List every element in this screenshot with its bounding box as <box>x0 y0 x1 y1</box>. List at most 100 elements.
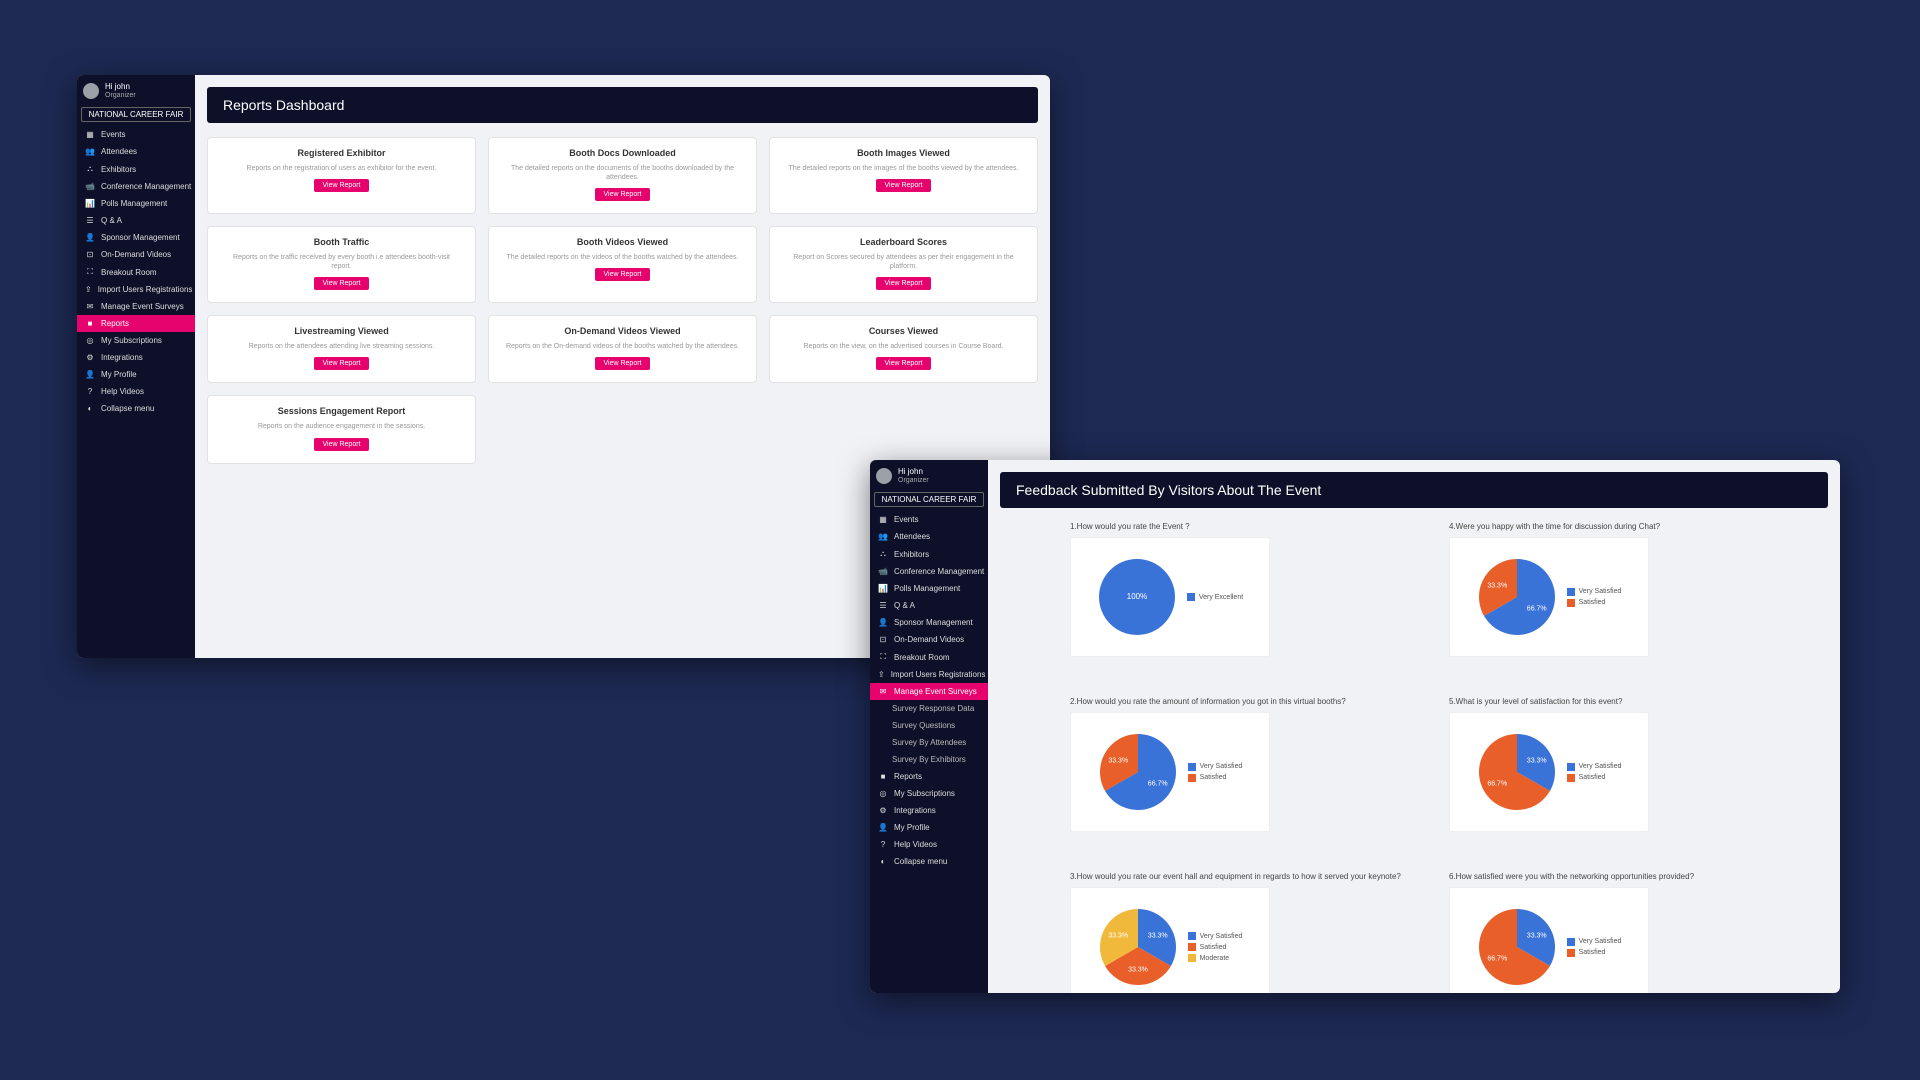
nav-label: Collapse menu <box>101 404 154 413</box>
nav-label: Help Videos <box>101 387 144 396</box>
nav-label: Conference Management <box>101 182 191 191</box>
nav-item-conference-management[interactable]: 📹Conference Management <box>77 178 195 195</box>
nav-item-my-subscriptions[interactable]: ◎My Subscriptions <box>870 785 988 802</box>
user-block[interactable]: Hi john Organizer <box>77 75 195 103</box>
nav-item-collapse-menu[interactable]: ◐ Collapse menu <box>77 400 195 417</box>
nav-label: Survey Questions <box>892 721 955 730</box>
report-card-desc: Reports on the view, on the advertised c… <box>804 342 1004 351</box>
import-icon: ⇪ <box>878 670 885 679</box>
legend-label: Satisfied <box>1579 774 1606 781</box>
svg-text:33.3%: 33.3% <box>1526 757 1546 764</box>
nav-item-sponsor-management[interactable]: 👤Sponsor Management <box>870 614 988 631</box>
pie-chart: 33.3%66.7%Very SatisfiedSatisfied <box>1449 712 1649 832</box>
nav-label: Q & A <box>101 216 122 225</box>
nav-item-polls-management[interactable]: 📊Polls Management <box>77 195 195 212</box>
report-card-desc: Reports on the traffic received by every… <box>222 253 461 271</box>
view-report-button[interactable]: View Report <box>314 277 368 290</box>
nav-item-import-users-registrations[interactable]: ⇪Import Users Registrations <box>77 281 195 298</box>
nav-item-attendees[interactable]: 👥Attendees <box>77 143 195 160</box>
nav-label: My Subscriptions <box>894 789 955 798</box>
nav-item-survey-response-data[interactable]: Survey Response Data <box>870 700 988 717</box>
nav-label: Integrations <box>101 353 143 362</box>
nav-label: My Subscriptions <box>101 336 162 345</box>
legend-swatch <box>1567 938 1575 946</box>
nav-item-breakout-room[interactable]: ⛶Breakout Room <box>77 263 195 281</box>
svg-text:66.7%: 66.7% <box>1487 955 1507 962</box>
nav-item-manage-event-surveys[interactable]: ✉Manage Event Surveys <box>77 298 195 315</box>
nav-label: Survey Response Data <box>892 704 974 713</box>
legend-swatch <box>1567 588 1575 596</box>
nav-label: Q & A <box>894 601 915 610</box>
nav-item-manage-event-surveys[interactable]: ✉Manage Event Surveys <box>870 683 988 700</box>
legend-item: Satisfied <box>1188 774 1243 782</box>
legend-label: Satisfied <box>1579 949 1606 956</box>
user-role: Organizer <box>898 477 929 485</box>
question-title: 4.Were you happy with the time for discu… <box>1449 522 1798 531</box>
sidebar: Hi john Organizer NATIONAL CAREER FAIR ▦… <box>870 460 988 993</box>
report-card: Livestreaming ViewedReports on the atten… <box>207 315 476 383</box>
nav-item-survey-by-attendees[interactable]: Survey By Attendees <box>870 734 988 751</box>
view-report-button[interactable]: View Report <box>876 179 930 192</box>
question-title: 5.What is your level of satisfaction for… <box>1449 697 1798 706</box>
report-card-desc: The detailed reports on the images of th… <box>789 164 1019 173</box>
polls-icon: 📊 <box>85 199 95 208</box>
nav-item-polls-management[interactable]: 📊Polls Management <box>870 580 988 597</box>
nav-item-survey-questions[interactable]: Survey Questions <box>870 717 988 734</box>
nav-item-my-subscriptions[interactable]: ◎My Subscriptions <box>77 332 195 349</box>
view-report-button[interactable]: View Report <box>314 179 368 192</box>
svg-text:33.3%: 33.3% <box>1526 932 1546 939</box>
nav-item-conference-management[interactable]: 📹Conference Management <box>870 563 988 580</box>
view-report-button[interactable]: View Report <box>314 438 368 451</box>
nav-item-my-profile[interactable]: 👤My Profile <box>870 819 988 836</box>
nav-item-reports[interactable]: ■Reports <box>870 768 988 785</box>
event-selector[interactable]: NATIONAL CAREER FAIR <box>81 107 191 122</box>
question-title: 2.How would you rate the amount of infor… <box>1070 697 1419 706</box>
nav-item-events[interactable]: ▦Events <box>77 126 195 143</box>
nav-item-exhibitors[interactable]: ⛬Exhibitors <box>77 160 195 178</box>
nav-item-reports[interactable]: ■Reports <box>77 315 195 332</box>
nav-item-q-a[interactable]: ☰Q & A <box>77 212 195 229</box>
nav-item-integrations[interactable]: ⚙Integrations <box>77 349 195 366</box>
question-title: 6.How satisfied were you with the networ… <box>1449 872 1798 881</box>
collapse-icon: ◐ <box>85 404 95 413</box>
nav-label: On-Demand Videos <box>101 250 171 259</box>
nav-item-on-demand-videos[interactable]: ⊡On-Demand Videos <box>870 631 988 648</box>
nav-item-help-videos[interactable]: ?Help Videos <box>77 383 195 400</box>
nav-label: Collapse menu <box>894 857 947 866</box>
legend-swatch <box>1188 763 1196 771</box>
nav-item-my-profile[interactable]: 👤My Profile <box>77 366 195 383</box>
feedback-window: Hi john Organizer NATIONAL CAREER FAIR ▦… <box>870 460 1840 993</box>
profile-icon: 👤 <box>878 823 888 832</box>
view-report-button[interactable]: View Report <box>595 268 649 281</box>
nav-label: Attendees <box>894 532 930 541</box>
nav-item-survey-by-exhibitors[interactable]: Survey By Exhibitors <box>870 751 988 768</box>
nav-item-q-a[interactable]: ☰Q & A <box>870 597 988 614</box>
nav-item-attendees[interactable]: 👥Attendees <box>870 528 988 545</box>
nav-label: Breakout Room <box>894 653 950 662</box>
nav-item-help-videos[interactable]: ?Help Videos <box>870 836 988 853</box>
nav-item-on-demand-videos[interactable]: ⊡On-Demand Videos <box>77 246 195 263</box>
side-nav: ▦Events👥Attendees⛬Exhibitors📹Conference … <box>77 126 195 417</box>
view-report-button[interactable]: View Report <box>314 357 368 370</box>
page-title: Feedback Submitted By Visitors About The… <box>1000 472 1828 508</box>
view-report-button[interactable]: View Report <box>595 188 649 201</box>
event-selector[interactable]: NATIONAL CAREER FAIR <box>874 492 984 507</box>
nav-item-collapse-menu[interactable]: ◐Collapse menu <box>870 853 988 870</box>
nav-item-integrations[interactable]: ⚙Integrations <box>870 802 988 819</box>
legend-item: Very Satisfied <box>1188 763 1243 771</box>
nav-item-events[interactable]: ▦Events <box>870 511 988 528</box>
user-block[interactable]: Hi john Organizer <box>870 460 988 488</box>
view-report-button[interactable]: View Report <box>876 277 930 290</box>
nav-item-sponsor-management[interactable]: 👤Sponsor Management <box>77 229 195 246</box>
nav-item-breakout-room[interactable]: ⛶Breakout Room <box>870 648 988 666</box>
report-card-title: Booth Videos Viewed <box>577 237 668 247</box>
report-card-title: Booth Traffic <box>314 237 370 247</box>
attendees-icon: 👥 <box>85 147 95 156</box>
report-card-title: Sessions Engagement Report <box>278 406 406 416</box>
nav-item-exhibitors[interactable]: ⛬Exhibitors <box>870 545 988 563</box>
nav-item-import-users-registrations[interactable]: ⇪Import Users Registrations <box>870 666 988 683</box>
view-report-button[interactable]: View Report <box>595 357 649 370</box>
view-report-button[interactable]: View Report <box>876 357 930 370</box>
pie-chart: 33.3%66.7%Very SatisfiedSatisfied <box>1449 887 1649 993</box>
nav-label: Polls Management <box>894 584 960 593</box>
